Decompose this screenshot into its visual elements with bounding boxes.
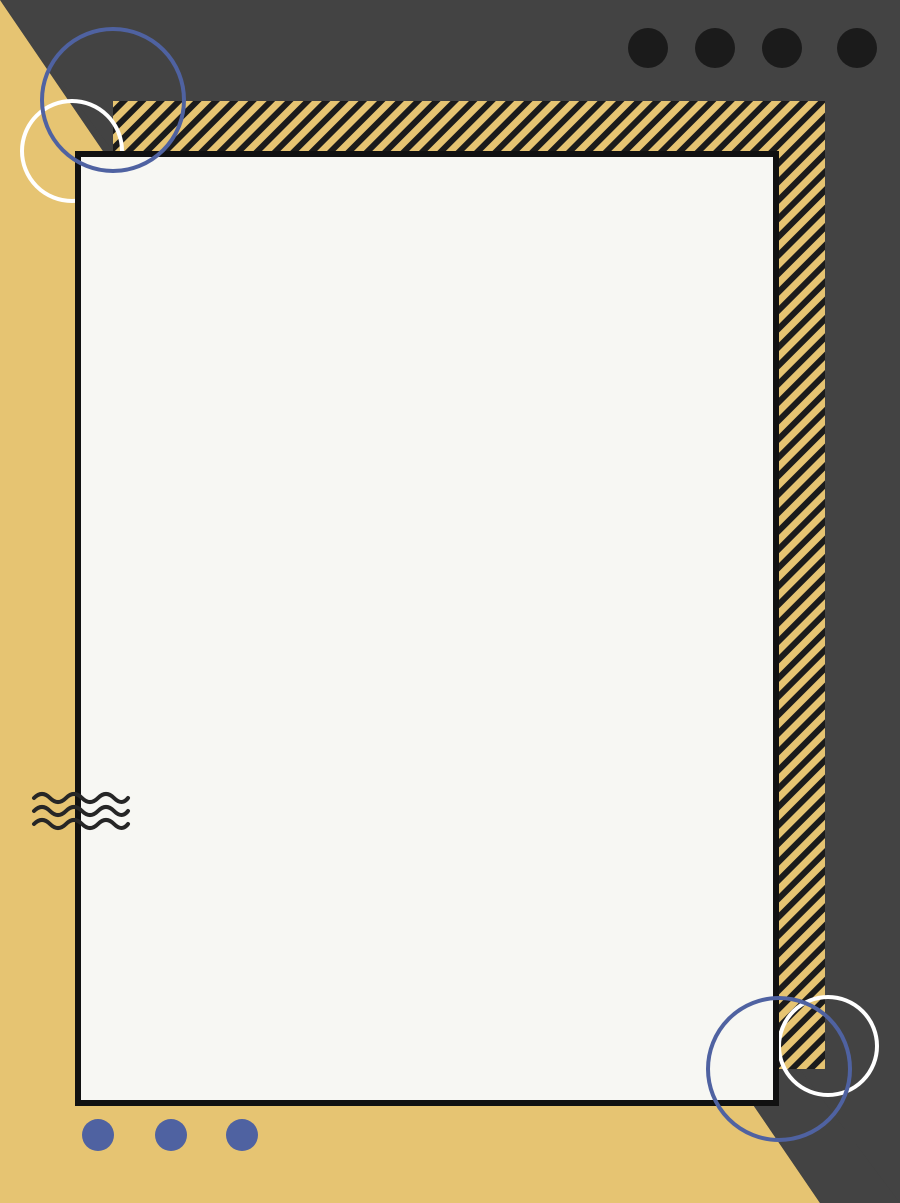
top-dot: [628, 28, 668, 68]
bottom-dot: [155, 1119, 187, 1151]
bottom-dots-group: [82, 1119, 258, 1151]
poster-canvas: [0, 0, 900, 1203]
bottom-dot: [226, 1119, 258, 1151]
bottom-dot: [82, 1119, 114, 1151]
top-dot: [695, 28, 735, 68]
top-dot: [837, 28, 877, 68]
blank-paper-panel: [75, 151, 779, 1106]
top-dot: [762, 28, 802, 68]
